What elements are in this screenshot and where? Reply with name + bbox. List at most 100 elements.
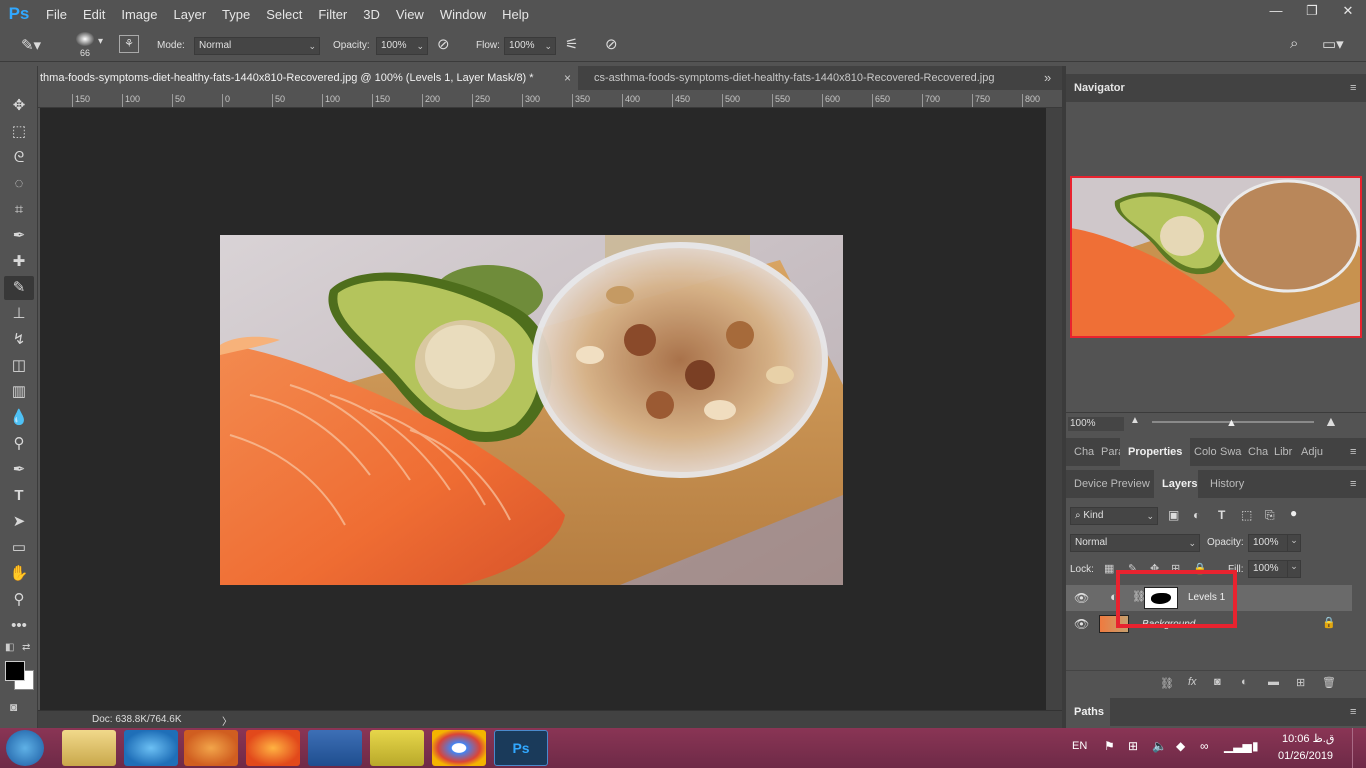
search-icon[interactable]: ⌕ bbox=[1290, 35, 1298, 52]
tab-channels[interactable]: Cha bbox=[1248, 446, 1268, 458]
tab-device-preview[interactable]: Device Preview bbox=[1074, 478, 1150, 490]
filter-pixel-icon[interactable]: ▣ bbox=[1168, 508, 1179, 522]
menu-file[interactable]: File bbox=[38, 7, 75, 22]
restore-button[interactable]: ❐ bbox=[1294, 0, 1330, 24]
move-tool-icon[interactable]: ✥ bbox=[4, 94, 34, 118]
foreground-color-swatch[interactable] bbox=[5, 661, 25, 681]
filter-toggle-icon[interactable]: ● bbox=[1290, 506, 1297, 520]
tab-document-active[interactable]: thma-foods-symptoms-diet-healthy-fats-14… bbox=[38, 66, 578, 90]
blend-mode-select[interactable]: Normal ⌄ bbox=[1070, 534, 1200, 552]
hand-tool-icon[interactable]: ✋ bbox=[4, 562, 34, 586]
minimize-button[interactable]: — bbox=[1258, 0, 1294, 24]
zoom-input[interactable]: 100% bbox=[1068, 417, 1124, 431]
stamp-tool-icon[interactable]: ⊥ bbox=[4, 302, 34, 326]
power-icon[interactable]: ▮ bbox=[1252, 739, 1259, 753]
media-player-icon[interactable] bbox=[184, 730, 238, 766]
language-indicator[interactable]: EN bbox=[1072, 740, 1087, 752]
flow-input[interactable]: 100% ⌄ bbox=[504, 37, 556, 55]
zoom-slider-handle[interactable]: ▲ bbox=[1226, 417, 1237, 429]
add-mask-icon[interactable]: ◙ bbox=[1214, 676, 1221, 688]
brush-tool-icon[interactable]: ✎ bbox=[4, 276, 34, 300]
mode-select[interactable]: Normal ⌄ bbox=[194, 37, 320, 55]
tab-overflow-icon[interactable]: » bbox=[1044, 70, 1051, 85]
flag-icon[interactable]: ⚑ bbox=[1104, 739, 1115, 753]
new-layer-icon[interactable]: ⊞ bbox=[1296, 676, 1305, 689]
brush-panel-toggle-icon[interactable]: ⚘ bbox=[119, 35, 139, 53]
media-app-icon[interactable] bbox=[370, 730, 424, 766]
healing-brush-tool-icon[interactable]: ✚ bbox=[4, 250, 34, 274]
gradient-tool-icon[interactable]: ▥ bbox=[4, 380, 34, 404]
horizontal-ruler[interactable]: 150 100 50 0 50 100 150 200 250 300 350 … bbox=[38, 90, 1062, 108]
tab-swatches[interactable]: Swa bbox=[1220, 446, 1241, 458]
show-desktop-button[interactable] bbox=[1352, 728, 1366, 768]
link-layers-icon[interactable]: ⛓ bbox=[1160, 677, 1174, 690]
tab-document-inactive[interactable]: cs-asthma-foods-symptoms-diet-healthy-fa… bbox=[594, 66, 1034, 90]
status-menu-button[interactable]: 〉 bbox=[222, 713, 232, 728]
tab-close-icon[interactable]: × bbox=[564, 71, 571, 85]
document-image[interactable] bbox=[220, 235, 843, 585]
lasso-tool-icon[interactable]: ᘓ bbox=[4, 146, 34, 170]
crop-tool-icon[interactable]: ⌗ bbox=[4, 198, 34, 222]
quick-select-tool-icon[interactable]: ◌ bbox=[4, 172, 34, 196]
default-colors-icon[interactable]: ◧ bbox=[5, 642, 14, 653]
panel-menu-icon[interactable]: ≡ bbox=[1350, 446, 1356, 458]
menu-type[interactable]: Type bbox=[214, 7, 258, 22]
history-brush-tool-icon[interactable]: ↯ bbox=[4, 328, 34, 352]
internet-explorer-icon[interactable] bbox=[124, 730, 178, 766]
path-select-tool-icon[interactable]: ➤ bbox=[4, 510, 34, 534]
visibility-eye-icon[interactable]: 👁 bbox=[1074, 617, 1089, 631]
opacity-input[interactable]: 100% ⌄ bbox=[376, 37, 428, 55]
navigator-thumbnail[interactable] bbox=[1070, 176, 1362, 338]
new-adjustment-icon[interactable]: ◐ bbox=[1241, 676, 1248, 688]
zoom-tool-icon[interactable]: ⚲ bbox=[4, 588, 34, 612]
fx-icon[interactable]: fx bbox=[1188, 676, 1197, 688]
vertical-scrollbar[interactable] bbox=[1046, 108, 1062, 710]
canvas-area[interactable] bbox=[40, 108, 1046, 710]
filter-adjustment-icon[interactable]: ◐ bbox=[1193, 508, 1200, 522]
menu-window[interactable]: Window bbox=[432, 7, 494, 22]
new-group-icon[interactable]: ▬ bbox=[1268, 676, 1279, 688]
tab-paths[interactable]: Paths bbox=[1066, 698, 1110, 726]
tab-libraries[interactable]: Libr bbox=[1274, 446, 1292, 458]
tab-color[interactable]: Colo bbox=[1194, 446, 1217, 458]
signal-icon[interactable]: ▁▃▅ bbox=[1224, 739, 1252, 753]
photoshop-taskbar-icon[interactable]: Ps bbox=[494, 730, 548, 766]
trash-icon[interactable]: 🗑 bbox=[1322, 676, 1336, 689]
tab-properties[interactable]: Properties bbox=[1120, 438, 1190, 466]
airbrush-icon[interactable]: ⚟ bbox=[565, 35, 578, 53]
zoom-out-icon[interactable]: ▲ bbox=[1130, 415, 1140, 426]
brush-tip-icon[interactable] bbox=[76, 32, 94, 46]
menu-filter[interactable]: Filter bbox=[310, 7, 355, 22]
brush-tool-preset-icon[interactable]: ✎▾ bbox=[16, 36, 46, 54]
explorer-icon[interactable] bbox=[62, 730, 116, 766]
close-button[interactable]: ✕ bbox=[1330, 0, 1366, 24]
start-button[interactable] bbox=[6, 730, 44, 766]
network-icon[interactable]: ⊞ bbox=[1128, 739, 1138, 753]
filter-smart-object-icon[interactable]: ⎘ bbox=[1265, 508, 1275, 523]
marquee-tool-icon[interactable]: ⬚ bbox=[4, 120, 34, 144]
panel-menu-icon[interactable]: ≡ bbox=[1350, 706, 1356, 718]
filter-type-icon[interactable]: T bbox=[1218, 508, 1225, 522]
panel-menu-icon[interactable]: ≡ bbox=[1350, 82, 1356, 94]
menu-edit[interactable]: Edit bbox=[75, 7, 113, 22]
chevron-down-icon[interactable]: ⌄ bbox=[1287, 560, 1301, 578]
tab-adjustments[interactable]: Adju bbox=[1301, 446, 1323, 458]
visibility-eye-icon[interactable]: 👁 bbox=[1074, 591, 1089, 605]
chevron-down-icon[interactable]: ▾ bbox=[98, 36, 103, 47]
tab-character[interactable]: Cha bbox=[1074, 446, 1094, 458]
eyedropper-tool-icon[interactable]: ✒ bbox=[4, 224, 34, 248]
menu-select[interactable]: Select bbox=[258, 7, 310, 22]
pen-tool-icon[interactable]: ✒ bbox=[4, 458, 34, 482]
chrome-icon[interactable] bbox=[432, 730, 486, 766]
menu-help[interactable]: Help bbox=[494, 7, 537, 22]
menu-layer[interactable]: Layer bbox=[166, 7, 215, 22]
quick-mask-icon[interactable]: ◙ bbox=[10, 700, 17, 714]
panel-menu-icon[interactable]: ≡ bbox=[1350, 478, 1356, 490]
menu-view[interactable]: View bbox=[388, 7, 432, 22]
layer-opacity-input[interactable]: 100% bbox=[1248, 534, 1288, 552]
workspace-icon[interactable]: ▭▾ bbox=[1322, 35, 1344, 53]
more-tools-icon[interactable]: ••• bbox=[4, 614, 34, 638]
chevron-down-icon[interactable]: ⌄ bbox=[1287, 534, 1301, 552]
type-tool-icon[interactable]: T bbox=[4, 484, 34, 508]
rectangle-tool-icon[interactable]: ▭ bbox=[4, 536, 34, 560]
